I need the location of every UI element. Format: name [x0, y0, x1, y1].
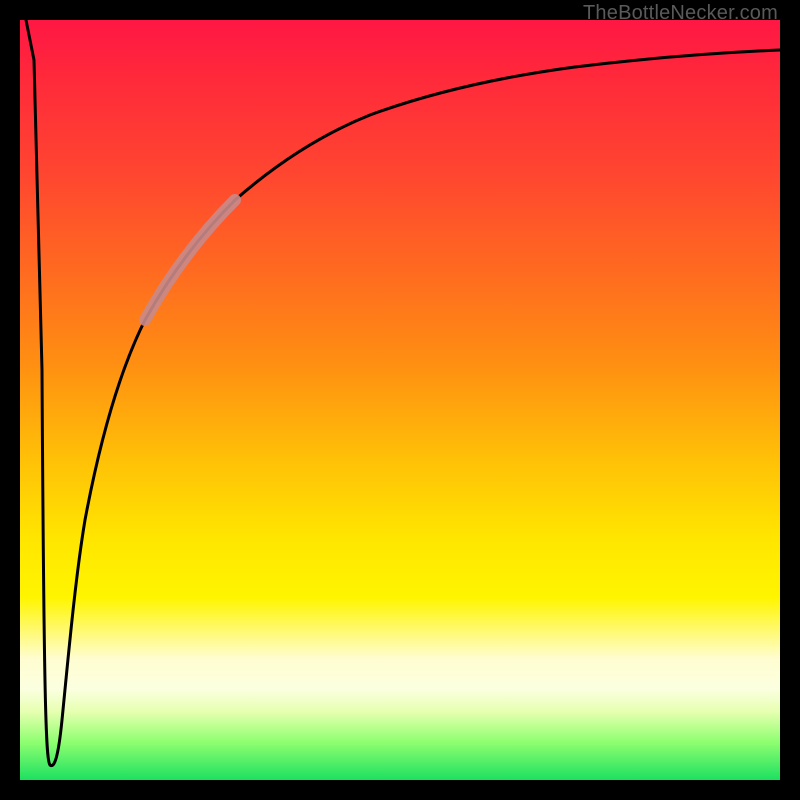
- attribution-label: TheBottleNecker.com: [583, 2, 778, 25]
- highlight-segment: [145, 200, 235, 320]
- chart-frame: TheBottleNecker.com: [0, 0, 800, 800]
- bottleneck-curve: [26, 20, 780, 766]
- curve-layer: [20, 20, 780, 780]
